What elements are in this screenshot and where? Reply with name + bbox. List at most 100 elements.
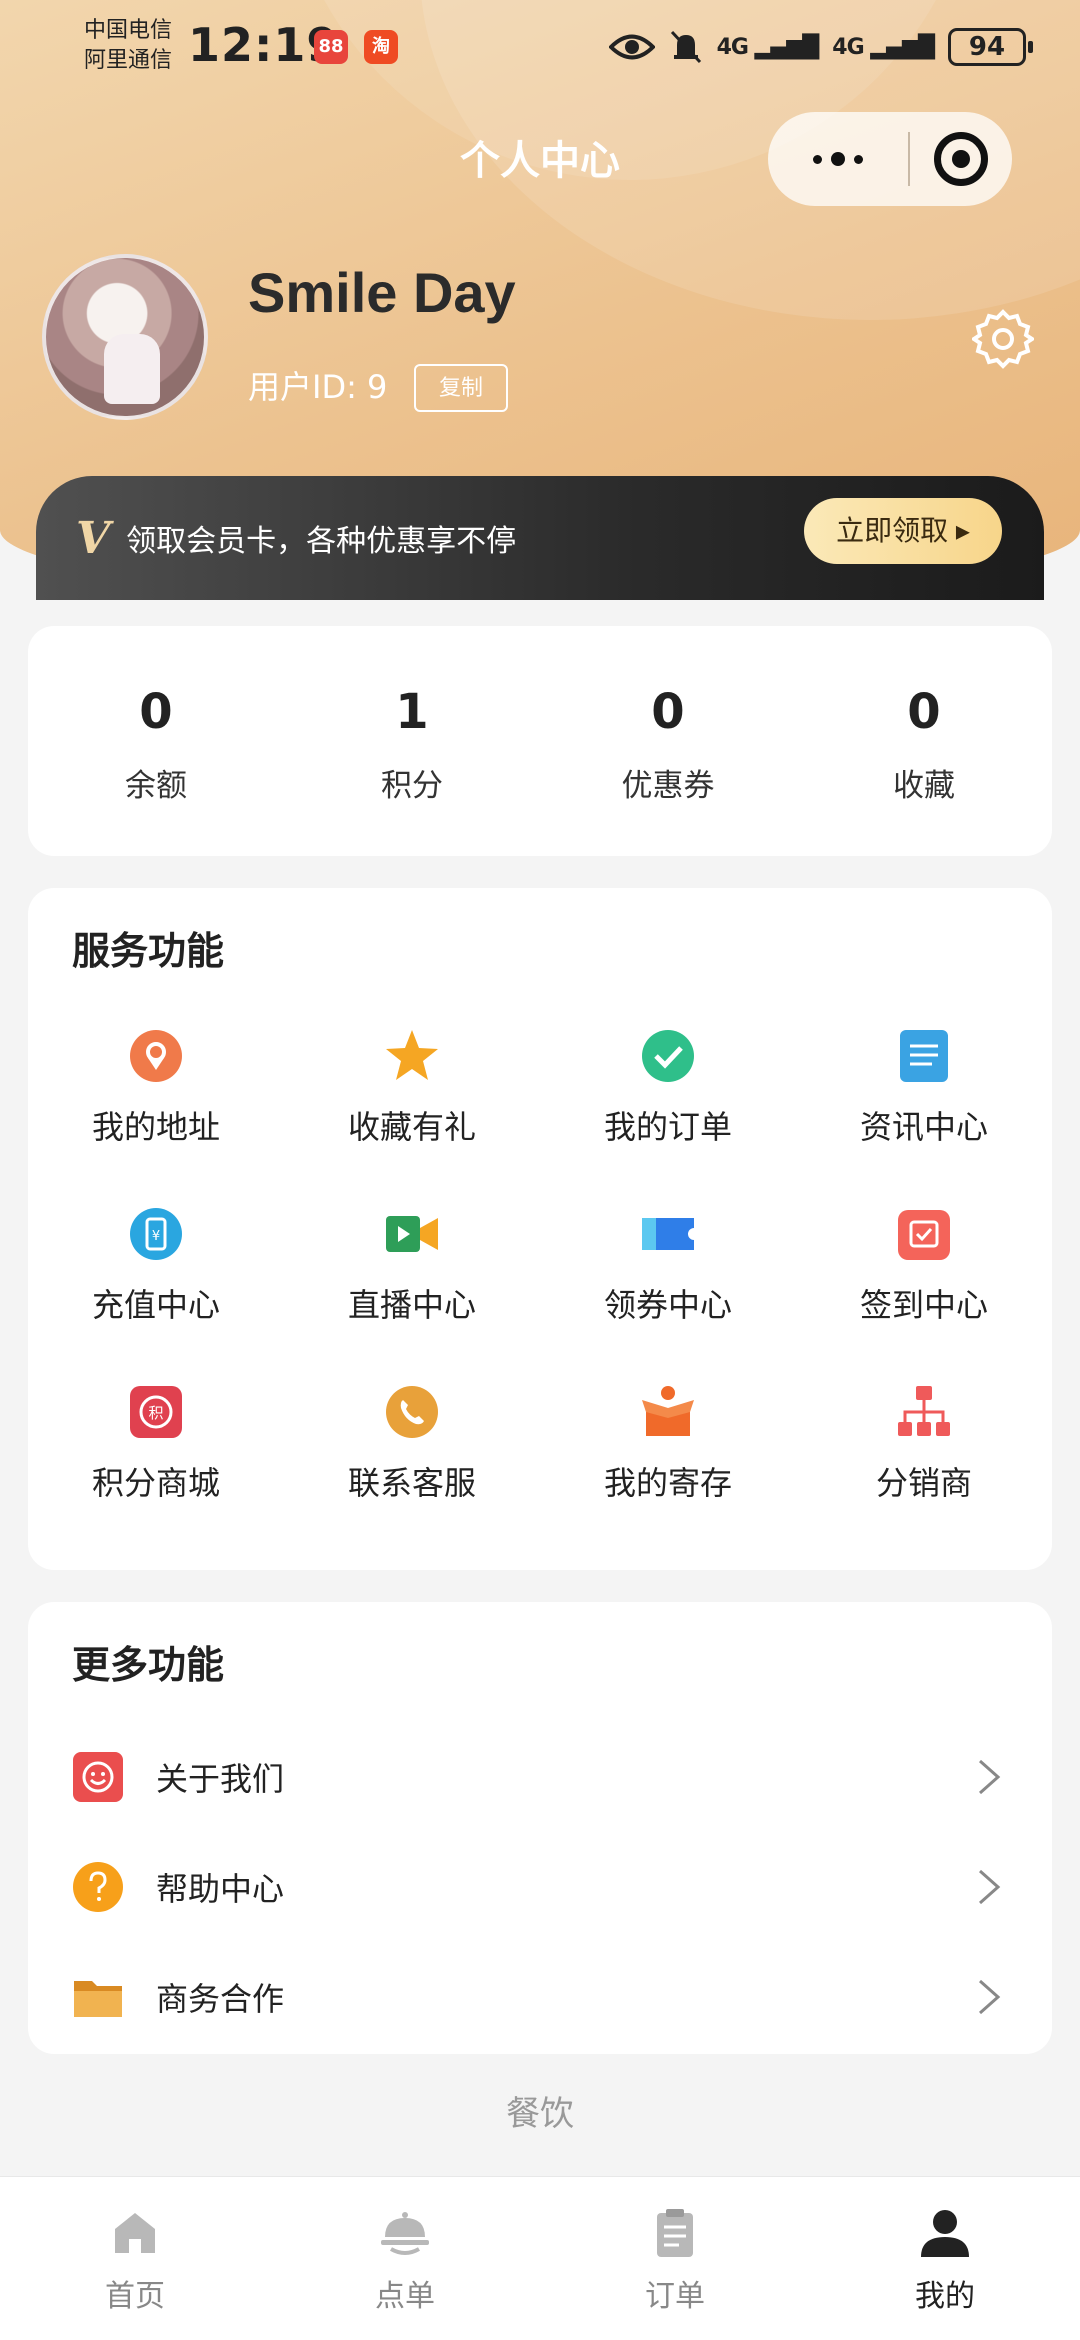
tab-label: 订单 bbox=[645, 2279, 705, 2314]
phone-call-icon bbox=[386, 1386, 438, 1438]
more-item-label: 关于我们 bbox=[156, 1760, 285, 1798]
stat-label: 优惠券 bbox=[621, 768, 715, 804]
chevron-right-icon bbox=[979, 1869, 1001, 1905]
more-item-business-cooperation[interactable]: 商务合作 bbox=[28, 1942, 1052, 2052]
folder-icon bbox=[74, 1981, 122, 2017]
stat-label: 积分 bbox=[381, 768, 443, 804]
status-bar: 中国电信 阿里通信 12:19 88 淘 4G ▂▄▆█ 4G ▂▄▆█ 94 bbox=[0, 0, 1080, 100]
service-points-mall[interactable]: 积 积分商城 bbox=[28, 1384, 284, 1562]
calendar-check-icon bbox=[898, 1210, 950, 1260]
vip-banner[interactable]: V 领取会员卡，各种优惠享不停 立即领取 ▸ bbox=[36, 476, 1044, 600]
clipboard-icon bbox=[657, 2209, 693, 2257]
user-icon bbox=[921, 2210, 969, 2257]
tab-mine[interactable]: 我的 bbox=[810, 2177, 1080, 2340]
carrier-labels: 中国电信 阿里通信 bbox=[84, 16, 172, 76]
star-icon bbox=[386, 1030, 438, 1080]
service-label: 直播中心 bbox=[347, 1286, 476, 1324]
check-circle-icon bbox=[642, 1030, 694, 1082]
service-contact-support[interactable]: 联系客服 bbox=[284, 1384, 540, 1562]
points-mall-icon: 积 bbox=[130, 1386, 182, 1438]
service-distributor[interactable]: 分销商 bbox=[796, 1384, 1052, 1562]
chevron-right-icon bbox=[979, 1759, 1001, 1795]
service-label: 联系客服 bbox=[347, 1464, 476, 1502]
chevron-right-icon bbox=[979, 1979, 1001, 2015]
notification-app-icon: 88 bbox=[314, 30, 348, 64]
more-item-about-us[interactable]: 关于我们 bbox=[28, 1722, 1052, 1832]
svg-text:¥: ¥ bbox=[152, 1229, 160, 1244]
service-label: 资讯中心 bbox=[859, 1108, 988, 1146]
more-item-label: 商务合作 bbox=[156, 1980, 285, 2018]
close-miniprogram-button[interactable] bbox=[910, 132, 1012, 186]
location-icon bbox=[130, 1030, 182, 1082]
more-item-help-center[interactable]: 帮助中心 bbox=[28, 1832, 1052, 1942]
service-news-center[interactable]: 资讯中心 bbox=[796, 1028, 1052, 1206]
stat-label: 收藏 bbox=[893, 768, 955, 804]
org-chart-icon bbox=[898, 1386, 950, 1436]
phone-recharge-icon: ¥ bbox=[130, 1208, 182, 1260]
service-label: 签到中心 bbox=[859, 1286, 988, 1324]
stat-favorites[interactable]: 0 收藏 bbox=[796, 626, 1052, 856]
mute-bell-icon bbox=[670, 30, 701, 64]
signal-2: 4G ▂▄▆█ bbox=[832, 34, 935, 60]
status-indicators: 4G ▂▄▆█ 4G ▂▄▆█ 94 bbox=[608, 22, 1033, 72]
signal-1: 4G ▂▄▆█ bbox=[716, 34, 820, 60]
service-label: 我的地址 bbox=[91, 1108, 220, 1146]
more-card: 更多功能 关于我们 帮助中心 商务合作 bbox=[28, 1602, 1052, 2054]
username: Smile Day bbox=[248, 261, 516, 324]
tab-order[interactable]: 点单 bbox=[270, 2177, 540, 2340]
services-grid: 我的地址 收藏有礼 我的订单 资讯中心 ¥ 充值中心 直播中心 领券中心 签到中 bbox=[28, 1028, 1052, 1562]
carrier-1: 中国电信 bbox=[84, 18, 173, 43]
tab-label: 点单 bbox=[375, 2279, 435, 2314]
bottom-tab-bar: 首页 点单 订单 我的 bbox=[0, 2176, 1080, 2340]
tab-label: 首页 bbox=[105, 2279, 165, 2314]
storage-box-icon bbox=[642, 1386, 694, 1436]
smile-face-icon bbox=[73, 1752, 123, 1802]
service-label: 收藏有礼 bbox=[347, 1108, 476, 1146]
stat-value: 0 bbox=[139, 684, 173, 740]
services-card: 服务功能 我的地址 收藏有礼 我的订单 资讯中心 ¥ 充值中心 直播中心 领券中… bbox=[28, 888, 1052, 1570]
stats-card: 0 余额 1 积分 0 优惠券 0 收藏 bbox=[28, 626, 1052, 856]
more-title: 更多功能 bbox=[72, 1643, 225, 1687]
stat-value: 0 bbox=[907, 684, 941, 740]
avatar[interactable] bbox=[42, 254, 208, 420]
service-my-address[interactable]: 我的地址 bbox=[28, 1028, 284, 1206]
live-video-icon bbox=[386, 1216, 438, 1252]
home-icon bbox=[115, 2213, 155, 2253]
footer-brand-text: 餐饮 bbox=[506, 2094, 574, 2134]
service-checkin-center[interactable]: 签到中心 bbox=[796, 1206, 1052, 1384]
question-icon bbox=[73, 1862, 123, 1912]
stat-value: 0 bbox=[651, 684, 685, 740]
service-recharge-center[interactable]: ¥ 充值中心 bbox=[28, 1206, 284, 1384]
svg-text:积: 积 bbox=[148, 1404, 163, 1422]
services-title: 服务功能 bbox=[72, 929, 225, 973]
eye-icon bbox=[608, 34, 655, 60]
copy-id-button[interactable]: 复制 bbox=[414, 364, 508, 412]
service-live-center[interactable]: 直播中心 bbox=[284, 1206, 540, 1384]
document-icon bbox=[900, 1030, 948, 1082]
tab-orders[interactable]: 订单 bbox=[540, 2177, 810, 2340]
service-label: 领券中心 bbox=[603, 1286, 732, 1324]
service-label: 我的寄存 bbox=[603, 1464, 732, 1502]
service-favorites-gift[interactable]: 收藏有礼 bbox=[284, 1028, 540, 1206]
tab-home[interactable]: 首页 bbox=[0, 2177, 270, 2340]
carrier-2: 阿里通信 bbox=[84, 48, 173, 73]
service-label: 充值中心 bbox=[91, 1286, 220, 1324]
battery-indicator: 94 bbox=[948, 28, 1033, 66]
stat-value: 1 bbox=[395, 684, 429, 740]
service-coupon-center[interactable]: 领券中心 bbox=[540, 1206, 796, 1384]
user-id: 用户ID: 9 bbox=[248, 368, 388, 406]
stat-balance[interactable]: 0 余额 bbox=[28, 626, 284, 856]
coupon-icon bbox=[642, 1218, 694, 1250]
vip-logo: V bbox=[76, 512, 111, 564]
service-my-storage[interactable]: 我的寄存 bbox=[540, 1384, 796, 1562]
stat-points[interactable]: 1 积分 bbox=[284, 626, 540, 856]
claim-now-button[interactable]: 立即领取 ▸ bbox=[804, 498, 1002, 564]
more-item-label: 帮助中心 bbox=[156, 1870, 285, 1908]
stat-coupons[interactable]: 0 优惠券 bbox=[540, 626, 796, 856]
service-label: 积分商城 bbox=[91, 1464, 220, 1502]
more-menu-button[interactable] bbox=[768, 152, 908, 166]
taobao-app-icon: 淘 bbox=[364, 30, 398, 64]
tab-label: 我的 bbox=[915, 2279, 975, 2314]
settings-gear-icon[interactable] bbox=[972, 308, 1034, 370]
service-my-orders[interactable]: 我的订单 bbox=[540, 1028, 796, 1206]
